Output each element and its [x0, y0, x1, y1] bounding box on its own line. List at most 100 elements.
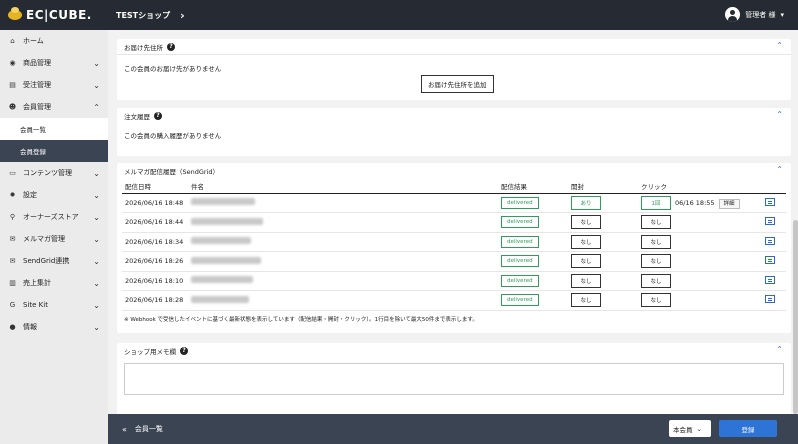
collapse-icon[interactable]: ⌃	[776, 345, 783, 354]
user-menu[interactable]: 管理者 様 ▾	[725, 7, 784, 22]
row-date: 2026/06/16 18:10	[122, 271, 188, 291]
open-status-badge: なし	[571, 254, 601, 269]
sidebar-item-label: オーナーズストア	[23, 213, 79, 221]
sidebar-item-gear[interactable]: ✹ 設定 ⌄	[0, 184, 108, 206]
sidebar-item-tag[interactable]: ◉ 商品管理 ⌄	[0, 52, 108, 74]
chevron-icon: ⌄	[93, 58, 100, 68]
register-button[interactable]: 登録	[719, 420, 777, 437]
shipping-card-title: お届け先住所	[124, 43, 163, 52]
view-detail-icon[interactable]	[764, 236, 775, 245]
help-icon[interactable]: ?	[167, 42, 175, 51]
double-chevron-left-icon: «	[122, 424, 127, 434]
sidebar-item-label: SendGrid連携	[23, 257, 70, 265]
sidebar-item-home[interactable]: ⌂ ホーム	[0, 30, 108, 52]
main-content: お届け先住所 ? ⌃ この会員のお届け先がありません お届け先住所を追加 注文履…	[108, 30, 798, 414]
help-icon[interactable]: ?	[154, 112, 162, 120]
order-history-card: 注文履歴 ? ⌃ この会員の購入履歴がありません	[117, 108, 791, 156]
mail-log-row: 2026/06/16 18:28 delivered なし なし	[122, 290, 786, 311]
row-date: 2026/06/16 18:34	[122, 232, 188, 252]
col-click: クリック	[638, 179, 750, 194]
sidebar-subitem-member-list[interactable]: 会員一覧	[0, 118, 108, 140]
help-icon[interactable]: ?	[180, 347, 188, 355]
delivery-result-badge: delivered	[501, 235, 539, 248]
click-status-badge: なし	[641, 293, 671, 308]
view-detail-icon[interactable]	[764, 256, 775, 265]
collapse-icon[interactable]: ⌃	[776, 165, 783, 174]
col-result: 配信結果	[498, 179, 568, 194]
order-history-title: 注文履歴	[124, 113, 150, 121]
open-status-badge: あり	[571, 195, 601, 210]
home-icon: ⌂	[10, 37, 15, 45]
shop-name: TESTショップ	[116, 10, 171, 20]
shop-name-link[interactable]: TESTショップ ›	[116, 9, 185, 22]
shop-memo-card-header[interactable]: ショップ用メモ欄 ? ⌃	[117, 343, 791, 359]
member-status-select[interactable]: 本会員 ⌄	[669, 420, 711, 437]
chevron-icon: ⌄	[93, 256, 100, 266]
view-detail-icon[interactable]	[764, 197, 775, 206]
ec-cube-logo[interactable]: EC|CUBE.	[0, 0, 108, 30]
collapse-icon[interactable]: ⌃	[776, 41, 783, 50]
back-to-member-list[interactable]: « 会員一覧	[108, 424, 163, 434]
mail-log-row: 2026/06/16 18:48 delivered あり 1回 06/16 18:55…	[122, 193, 786, 213]
shop-memo-textarea[interactable]	[124, 363, 784, 395]
chevron-icon: ⌄	[93, 168, 100, 178]
click-detail-time: 06/16 18:55	[675, 198, 715, 207]
row-subject	[188, 212, 498, 233]
chevron-icon: ⌃	[93, 102, 100, 112]
add-shipping-address-button[interactable]: お届け先住所を追加	[421, 75, 494, 93]
info-icon: ●	[9, 323, 16, 331]
sidebar-item-chart[interactable]: ▥ 売上集計 ⌄	[0, 272, 108, 294]
open-status-badge: なし	[571, 273, 601, 288]
sidebar-item-label: ホーム	[23, 37, 44, 45]
shipping-address-card: お届け先住所 ? ⌃ この会員のお届け先がありません お届け先住所を追加	[117, 39, 791, 100]
open-status-badge: なし	[571, 234, 601, 249]
logo-text: EC|CUBE.	[26, 8, 92, 22]
sidebar-item-label: メルマガ管理	[23, 235, 65, 243]
mail-log-note: ※ Webhook で受信したイベントに基づく最新状態を表示しています（配信結果…	[124, 316, 478, 323]
order-history-empty-text: この会員の購入履歴がありません	[124, 132, 222, 140]
sidebar-item-google[interactable]: G Site Kit ⌄	[0, 294, 108, 316]
order-history-card-header[interactable]: 注文履歴 ? ⌃	[117, 108, 791, 124]
mail-log-table: 配信日時 件名 配信結果 開封 クリック 2026/06/16 18:48 del…	[122, 179, 786, 311]
member-status-value: 本会員	[673, 425, 693, 434]
sidebar-item-label: 情報	[23, 323, 37, 331]
cube-logo-icon	[8, 7, 22, 20]
plug-icon: ⚲	[9, 213, 16, 221]
sidebar-item-label: 会員管理	[23, 103, 51, 111]
mail-log-card-header[interactable]: メルマガ配信履歴（SendGrid） ⌃	[117, 163, 791, 179]
sidebar-item-cart[interactable]: ▤ 受注管理 ⌄	[0, 74, 108, 96]
shipping-card-header[interactable]: お届け先住所 ? ⌃	[117, 39, 791, 55]
click-status-badge: 1回	[641, 195, 671, 210]
sidebar-item-info[interactable]: ● 情報 ⌄	[0, 316, 108, 338]
row-date: 2026/06/16 18:28	[122, 290, 188, 311]
scrollbar-thumb[interactable]	[793, 220, 798, 414]
scrollbar[interactable]	[793, 30, 798, 414]
mail-log-row: 2026/06/16 18:44 delivered なし なし	[122, 212, 786, 233]
chevron-icon: ⌄	[93, 322, 100, 332]
open-status-badge: なし	[571, 215, 601, 230]
mail-log-title: メルマガ配信履歴（SendGrid）	[124, 168, 220, 176]
sidebar-item-users[interactable]: ☻ 会員管理 ⌃	[0, 96, 108, 118]
sidebar: ⌂ ホーム ◉ 商品管理 ⌄ ▤ 受注管理 ⌄ ☻ 会員管理 ⌃ 会員一覧 会員登録 ▭ コンテンツ管理 ⌄ ✹…	[0, 30, 108, 444]
sidebar-item-mail[interactable]: ✉ メルマガ管理 ⌄	[0, 228, 108, 250]
click-status-badge: なし	[641, 215, 671, 230]
view-detail-icon[interactable]	[764, 295, 775, 304]
col-date: 配信日時	[122, 179, 188, 194]
sidebar-item-send[interactable]: ✉ SendGrid連携 ⌄	[0, 250, 108, 272]
mail-icon: ✉	[9, 235, 16, 243]
view-detail-icon[interactable]	[764, 275, 775, 284]
click-detail-button[interactable]: 詳細	[718, 198, 740, 209]
delivery-result-badge: delivered	[501, 196, 539, 209]
back-label: 会員一覧	[134, 425, 163, 433]
sidebar-subitem-member-register[interactable]: 会員登録	[0, 140, 108, 162]
file-icon: ▭	[9, 169, 16, 177]
sidebar-item-plug[interactable]: ⚲ オーナーズストア ⌄	[0, 206, 108, 228]
collapse-icon[interactable]: ⌃	[776, 110, 783, 119]
mail-log-row: 2026/06/16 18:26 delivered なし なし	[122, 251, 786, 272]
row-subject	[188, 271, 498, 291]
row-date: 2026/06/16 18:44	[122, 212, 188, 233]
chart-icon: ▥	[9, 279, 16, 287]
sidebar-item-file[interactable]: ▭ コンテンツ管理 ⌄	[0, 162, 108, 184]
chevron-icon: ⌄	[93, 190, 100, 200]
view-detail-icon[interactable]	[764, 217, 775, 226]
